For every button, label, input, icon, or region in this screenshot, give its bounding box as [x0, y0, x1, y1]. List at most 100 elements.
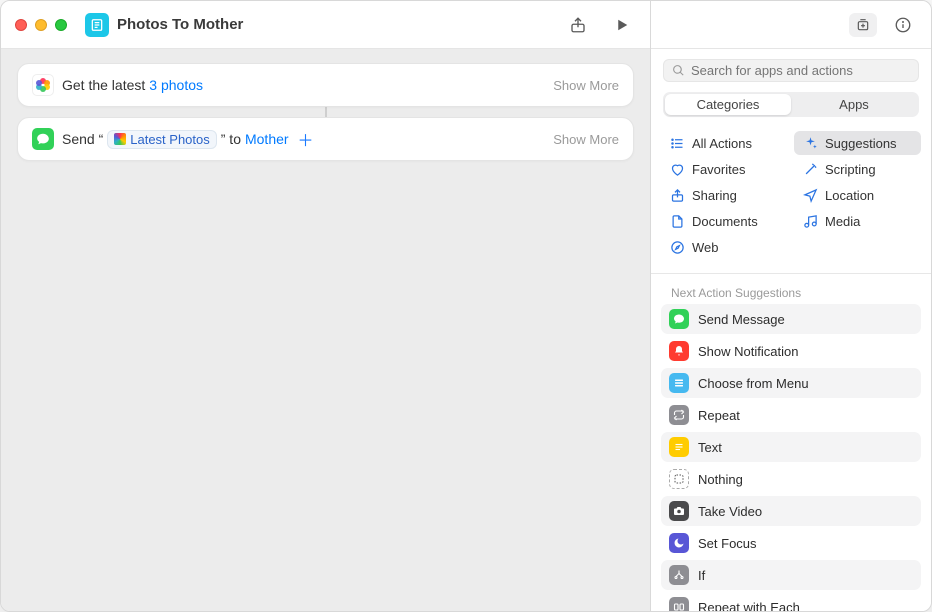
category-label: Location: [825, 188, 874, 203]
suggestion-repeat[interactable]: Repeat: [661, 400, 921, 430]
suggestions-header: Next Action Suggestions: [651, 280, 931, 304]
suggestion-label: Repeat with Each: [698, 600, 800, 612]
category-label: Documents: [692, 214, 758, 229]
search-input[interactable]: [691, 63, 910, 78]
window-title: Photos To Mother: [117, 16, 243, 33]
action-get-latest-photos[interactable]: Get the latest 3 photos Show More: [17, 63, 634, 107]
suggestion-label: Set Focus: [698, 536, 757, 551]
share-icon: [669, 187, 685, 203]
messages-app-icon: [32, 128, 54, 150]
app-window: Photos To Mother: [0, 0, 932, 612]
category-media[interactable]: Media: [794, 209, 921, 233]
action-connector: [325, 107, 327, 117]
category-label: Media: [825, 214, 860, 229]
suggestions-list: Send Message Show Notification Choose from…: [651, 304, 931, 611]
category-suggestions[interactable]: Suggestions: [794, 131, 921, 155]
variable-label: Latest Photos: [130, 132, 210, 147]
action-prefix: Send “: [62, 131, 103, 147]
category-label: Sharing: [692, 188, 737, 203]
category-sharing[interactable]: Sharing: [661, 183, 788, 207]
category-location[interactable]: Location: [794, 183, 921, 207]
category-documents[interactable]: Documents: [661, 209, 788, 233]
category-label: All Actions: [692, 136, 752, 151]
search-field[interactable]: [663, 59, 919, 82]
category-favorites[interactable]: Favorites: [661, 157, 788, 181]
nothing-icon: [669, 469, 689, 489]
safari-icon: [669, 239, 685, 255]
suggestion-repeat-with-each[interactable]: Repeat with Each: [661, 592, 921, 611]
message-icon: [669, 309, 689, 329]
action-prefix: Get the latest: [62, 77, 145, 93]
music-icon: [802, 213, 818, 229]
suggestion-show-notification[interactable]: Show Notification: [661, 336, 921, 366]
suggestion-label: Text: [698, 440, 722, 455]
shortcut-icon: [85, 13, 109, 37]
show-more-button[interactable]: Show More: [553, 132, 619, 147]
show-more-button[interactable]: Show More: [553, 78, 619, 93]
library-toggle-button[interactable]: [849, 13, 877, 37]
zoom-window-button[interactable]: [55, 19, 67, 31]
tab-apps[interactable]: Apps: [791, 94, 917, 115]
bell-icon: [669, 341, 689, 361]
tab-categories[interactable]: Categories: [665, 94, 791, 115]
search-icon: [672, 64, 685, 77]
divider: [651, 273, 931, 274]
repeat-icon: [669, 405, 689, 425]
category-scripting[interactable]: Scripting: [794, 157, 921, 181]
variable-latest-photos[interactable]: Latest Photos: [107, 130, 217, 149]
photos-mini-icon: [114, 133, 126, 145]
category-label: Scripting: [825, 162, 876, 177]
workflow-pane: Photos To Mother: [1, 1, 651, 611]
category-label: Web: [692, 240, 719, 255]
suggestion-take-video[interactable]: Take Video: [661, 496, 921, 526]
info-button[interactable]: [889, 13, 917, 37]
sparkle-icon: [802, 135, 818, 151]
nav-icon: [802, 187, 818, 203]
workflow-canvas[interactable]: Get the latest 3 photos Show More Send “: [1, 49, 650, 611]
camera-icon: [669, 501, 689, 521]
moon-icon: [669, 533, 689, 553]
branch-icon: [669, 565, 689, 585]
action-text: Send “ Latest Photos ” to Mother ＋: [62, 130, 315, 149]
run-button[interactable]: [608, 13, 636, 37]
repeat-each-icon: [669, 597, 689, 611]
window-controls: [15, 19, 67, 31]
suggestion-label: Choose from Menu: [698, 376, 809, 391]
suggestion-set-focus[interactable]: Set Focus: [661, 528, 921, 558]
library-pane: Categories Apps All Actions Suggestions Fa…: [651, 1, 931, 611]
category-label: Favorites: [692, 162, 745, 177]
text-icon: [669, 437, 689, 457]
add-recipient-button[interactable]: ＋: [297, 130, 315, 148]
menu-icon: [669, 373, 689, 393]
suggestion-label: Repeat: [698, 408, 740, 423]
list-icon: [669, 135, 685, 151]
wand-icon: [802, 161, 818, 177]
suggestion-label: Take Video: [698, 504, 762, 519]
action-text: Get the latest 3 photos: [62, 77, 203, 93]
suggestion-nothing[interactable]: Nothing: [661, 464, 921, 494]
category-label: Suggestions: [825, 136, 897, 151]
doc-icon: [669, 213, 685, 229]
suggestion-if[interactable]: If: [661, 560, 921, 590]
library-tabs: Categories Apps: [663, 92, 919, 117]
suggestion-text[interactable]: Text: [661, 432, 921, 462]
suggestion-choose-from-menu[interactable]: Choose from Menu: [661, 368, 921, 398]
suggestion-label: If: [698, 568, 705, 583]
category-all-actions[interactable]: All Actions: [661, 131, 788, 155]
category-grid: All Actions Suggestions Favorites Scripting…: [651, 127, 931, 269]
close-window-button[interactable]: [15, 19, 27, 31]
suggestion-send-message[interactable]: Send Message: [661, 304, 921, 334]
action-mid: ” to: [221, 131, 241, 147]
suggestion-label: Send Message: [698, 312, 785, 327]
photos-app-icon: [32, 74, 54, 96]
share-button[interactable]: [564, 13, 592, 37]
suggestion-label: Nothing: [698, 472, 743, 487]
minimize-window-button[interactable]: [35, 19, 47, 31]
action-send-message[interactable]: Send “ Latest Photos ” to Mother ＋ Show …: [17, 117, 634, 161]
recipient-token[interactable]: Mother: [245, 131, 289, 147]
heart-icon: [669, 161, 685, 177]
photo-count-token[interactable]: 3 photos: [149, 77, 203, 93]
category-web[interactable]: Web: [661, 235, 788, 259]
right-titlebar: [651, 1, 931, 49]
titlebar: Photos To Mother: [1, 1, 650, 49]
